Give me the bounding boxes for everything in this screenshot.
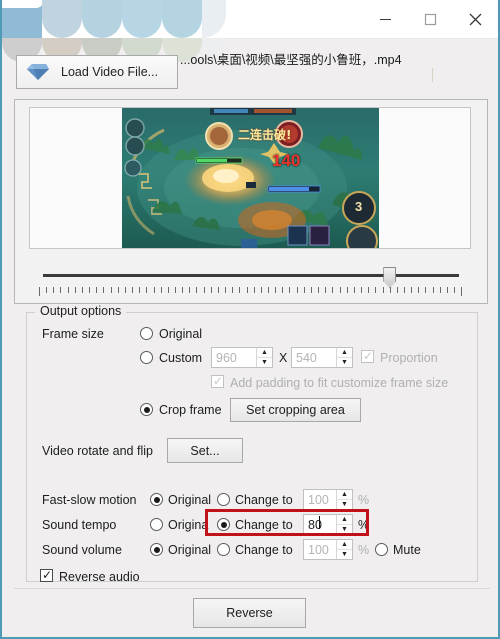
kill-banner-text: 二连击破! <box>238 128 292 142</box>
frame-height-arrows[interactable]: ▲ ▼ <box>336 348 352 367</box>
text-input-caret <box>319 516 320 529</box>
add-padding-label: Add padding to fit customize frame size <box>230 376 449 390</box>
window-controls <box>363 0 498 38</box>
reverse-audio-label: Reverse audio <box>59 570 140 584</box>
video-frame: 二连击破! 140 3 <box>29 107 471 249</box>
maximize-button[interactable] <box>408 0 453 38</box>
set-cropping-area-button[interactable]: Set cropping area <box>230 398 361 422</box>
frame-height-spinner[interactable]: ▲ ▼ <box>291 347 353 368</box>
fast-slow-arrows[interactable]: ▲ ▼ <box>336 490 352 509</box>
sound-tempo-unit-label: % <box>358 518 370 532</box>
maximize-icon <box>424 13 437 25</box>
mute-radio[interactable] <box>375 543 388 556</box>
sound-volume-change-radio[interactable] <box>217 543 230 556</box>
sound-volume-up-arrow[interactable]: ▲ <box>337 540 352 550</box>
add-padding-checkbox[interactable]: ✓ <box>211 375 224 388</box>
frame-width-input[interactable] <box>212 348 256 367</box>
frame-size-custom-radio[interactable] <box>140 351 153 364</box>
sound-volume-arrows[interactable]: ▲ ▼ <box>336 540 352 559</box>
sound-tempo-up-arrow[interactable]: ▲ <box>337 515 352 525</box>
sound-volume-original-radio[interactable] <box>150 543 163 556</box>
title-bar <box>2 0 498 62</box>
crop-frame-radio[interactable] <box>140 403 153 416</box>
sound-tempo-original-radio[interactable] <box>150 518 163 531</box>
slider-thumb[interactable] <box>383 267 397 288</box>
damage-value-text: 140 <box>272 151 301 170</box>
slider-track[interactable] <box>43 274 459 277</box>
counter-badge-text: 3 <box>355 199 363 214</box>
fast-slow-motion-label: Fast-slow motion <box>42 493 137 507</box>
footer-divider <box>14 588 490 589</box>
frame-height-down-arrow[interactable]: ▼ <box>337 358 352 367</box>
sound-volume-value-spinner[interactable]: ▲ ▼ <box>303 539 353 560</box>
sound-volume-value-input[interactable] <box>304 540 336 559</box>
sound-volume-down-arrow[interactable]: ▼ <box>337 550 352 559</box>
preview-panel: 二连击破! 140 3 <box>14 99 488 304</box>
fast-slow-value-spinner[interactable]: ▲ ▼ <box>303 489 353 510</box>
proportion-checkbox[interactable]: ✓ <box>361 350 374 363</box>
fast-slow-original-label: Original <box>168 493 212 507</box>
sound-tempo-value-spinner[interactable]: ▲ ▼ <box>303 514 353 535</box>
proportion-check-icon: ✓ <box>363 349 374 363</box>
sound-tempo-arrows[interactable]: ▲ ▼ <box>336 515 352 534</box>
video-preview-image[interactable]: 二连击破! 140 3 <box>122 108 379 248</box>
sound-volume-original-label: Original <box>168 543 212 557</box>
sound-tempo-label: Sound tempo <box>42 518 117 532</box>
fast-slow-value-input[interactable] <box>304 490 336 509</box>
timeline-slider[interactable] <box>31 262 471 298</box>
frame-size-custom-label: Custom <box>159 351 203 365</box>
fast-slow-unit-label: % <box>358 493 370 507</box>
mute-label: Mute <box>393 543 421 557</box>
fast-slow-change-radio[interactable] <box>217 493 230 506</box>
output-options-group: Output options Frame size Original Custo… <box>26 304 478 584</box>
sound-tempo-down-arrow[interactable]: ▼ <box>337 525 352 534</box>
frame-size-label: Frame size <box>42 327 104 341</box>
fast-slow-original-radio[interactable] <box>150 493 163 506</box>
frame-height-input[interactable] <box>292 348 336 367</box>
file-path-text: ...ools\桌面\视频\最坚强的小鲁班，.mp4 <box>180 53 402 67</box>
frame-width-down-arrow[interactable]: ▼ <box>257 358 272 367</box>
sound-tempo-change-radio[interactable] <box>217 518 230 531</box>
load-video-file-button[interactable]: Load Video File... <box>16 55 178 89</box>
frame-width-arrows[interactable]: ▲ ▼ <box>256 348 272 367</box>
crop-frame-label: Crop frame <box>159 403 222 417</box>
frame-height-up-arrow[interactable]: ▲ <box>337 348 352 358</box>
slider-ticks <box>39 287 463 296</box>
reverse-button-label: Reverse <box>226 606 273 620</box>
frame-width-up-arrow[interactable]: ▲ <box>257 348 272 358</box>
add-padding-check-icon: ✓ <box>213 374 224 388</box>
frame-size-original-radio[interactable] <box>140 327 153 340</box>
app-window: Load Video File... ...ools\桌面\视频\最坚强的小鲁班… <box>0 0 500 639</box>
reverse-audio-checkbox[interactable]: ✓ <box>40 569 53 582</box>
sound-tempo-value-input[interactable] <box>304 515 336 534</box>
proportion-label: Proportion <box>380 351 438 365</box>
sound-volume-label: Sound volume <box>42 543 122 557</box>
rotate-flip-set-label: Set... <box>190 443 220 458</box>
gem-icon <box>27 64 49 80</box>
rotate-flip-set-button[interactable]: Set... <box>167 438 243 463</box>
minimize-icon <box>380 18 391 20</box>
fast-slow-down-arrow[interactable]: ▼ <box>337 500 352 509</box>
output-options-title: Output options <box>35 304 127 318</box>
fast-slow-up-arrow[interactable]: ▲ <box>337 490 352 500</box>
sound-volume-unit-label: % <box>358 543 370 557</box>
fast-slow-change-label: Change to <box>235 493 293 507</box>
close-button[interactable] <box>453 0 498 38</box>
frame-size-original-label: Original <box>159 327 203 341</box>
sound-tempo-original-label: Origina <box>168 518 209 532</box>
set-cropping-area-label: Set cropping area <box>246 403 345 417</box>
load-video-file-label: Load Video File... <box>61 65 159 79</box>
path-caret-mark <box>432 68 433 82</box>
rotate-flip-label: Video rotate and flip <box>42 444 153 458</box>
reverse-audio-check-icon: ✓ <box>42 568 53 582</box>
load-row: Load Video File... ...ools\桌面\视频\最坚强的小鲁班… <box>2 46 498 98</box>
minimize-button[interactable] <box>363 0 408 38</box>
sound-tempo-change-label: Change to <box>235 518 293 532</box>
reverse-button[interactable]: Reverse <box>193 598 306 628</box>
sound-volume-change-label: Change to <box>235 543 293 557</box>
close-icon <box>469 13 482 25</box>
dimension-separator-label: X <box>279 351 288 365</box>
frame-width-spinner[interactable]: ▲ ▼ <box>211 347 273 368</box>
